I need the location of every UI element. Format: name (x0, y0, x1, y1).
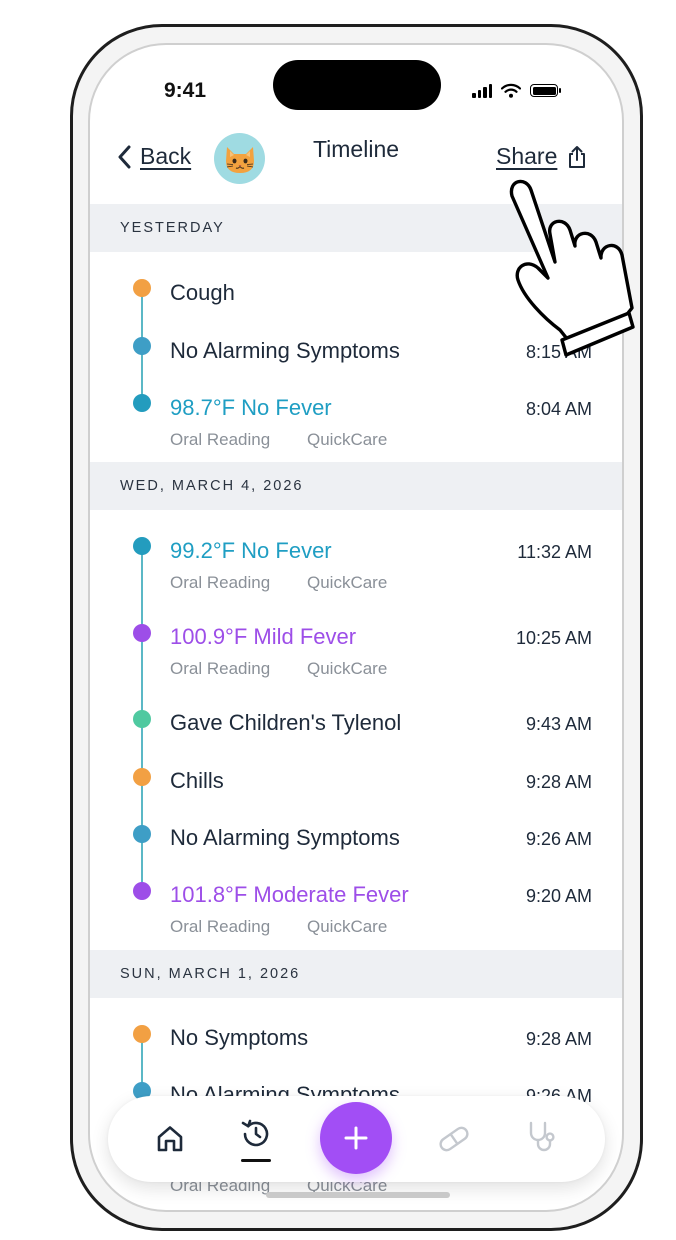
event-time: 8:15 AM (525, 342, 592, 362)
event-dot (133, 710, 151, 728)
event-dot (133, 1025, 151, 1043)
event-time: 8:04 AM (525, 399, 592, 419)
add-button[interactable] (320, 1102, 392, 1174)
event-title: 99.2°F No Fever (170, 538, 332, 563)
event-dot (133, 768, 151, 786)
event-time: 9:20 AM (525, 886, 592, 906)
share-button[interactable]: Share (496, 143, 587, 170)
pill-icon[interactable] (436, 1122, 472, 1156)
event-dot (133, 537, 151, 555)
home-indicator (266, 1192, 450, 1198)
share-label: Share (496, 143, 558, 169)
status-time: 9:41 (164, 79, 207, 102)
history-icon[interactable] (239, 1118, 273, 1150)
event-title: Chills (170, 768, 224, 793)
event-time: 9:28 AM (525, 1029, 592, 1049)
event-time: 10:25 AM (515, 628, 592, 648)
dynamic-island (273, 60, 441, 110)
event-source: QuickCare (307, 659, 388, 678)
event-time: 9:26 AM (525, 829, 592, 849)
event-dot (133, 337, 151, 355)
event-title: 101.8°F Moderate Fever (170, 882, 409, 907)
event-time: 9:28 AM (525, 772, 592, 792)
event-title: Gave Children's Tylenol (170, 710, 402, 735)
wifi-icon (501, 83, 521, 98)
stethoscope-icon[interactable] (526, 1120, 558, 1154)
share-icon (569, 145, 586, 168)
bottom-nav (108, 1096, 605, 1182)
section-header-yesterday: YESTERDAY (90, 204, 622, 252)
event-title: Cough (170, 280, 235, 305)
section-header-march-1: SUN, MARCH 1, 2026 (90, 950, 622, 998)
active-tab-indicator (241, 1159, 271, 1162)
event-reading-type: Oral Reading (170, 573, 271, 592)
event-reading-type: Oral Reading (170, 917, 271, 936)
event-title: No Symptoms (170, 1025, 309, 1050)
event-dot (133, 825, 151, 843)
home-icon[interactable] (155, 1124, 185, 1154)
event-source: QuickCare (307, 573, 388, 592)
status-icons (472, 83, 561, 98)
event-reading-type: Oral Reading (170, 659, 271, 678)
event-reading-type: Oral Reading (170, 430, 271, 449)
event-title: No Alarming Symptoms (170, 338, 400, 363)
section-header-march-4: WED, MARCH 4, 2026 (90, 462, 622, 510)
battery-icon (530, 84, 561, 97)
event-title: No Alarming Symptoms (170, 825, 400, 850)
event-title: 98.7°F No Fever (170, 395, 332, 420)
event-time: 9:43 AM (525, 714, 592, 734)
event-dot (133, 624, 151, 642)
event-dot (133, 394, 151, 412)
event-dot (133, 882, 151, 900)
screen: 9:41 Back Timeline Share YESTERDAY Cough… (88, 43, 624, 1212)
event-source: QuickCare (307, 917, 388, 936)
event-source: QuickCare (307, 430, 388, 449)
event-time: 11:32 AM (517, 542, 592, 562)
event-title: 100.9°F Mild Fever (170, 624, 357, 649)
add-icon (344, 1126, 368, 1150)
event-dot (133, 279, 151, 297)
signal-icon (472, 83, 492, 98)
